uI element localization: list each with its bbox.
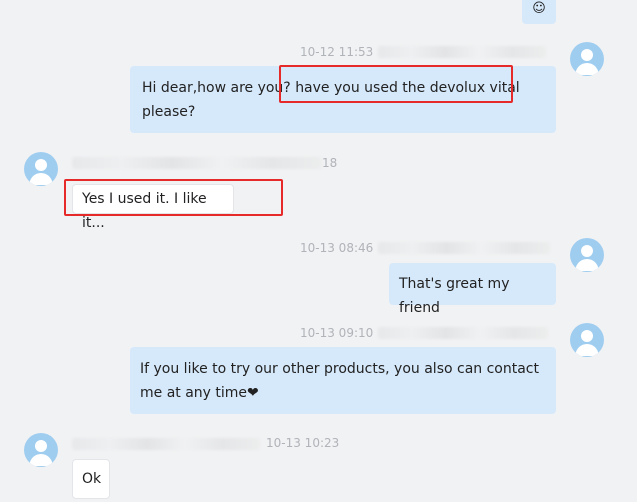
message-timestamp: 18 (322, 156, 338, 170)
contact-avatar[interactable] (24, 433, 58, 467)
message-timestamp: 10-13 09:10 (300, 326, 374, 340)
message-bubble-emoji: ☺ (522, 0, 556, 24)
message-text-line: me at any time❤ (140, 381, 546, 405)
message-text: me at any time (140, 385, 248, 401)
message-bubble-incoming: Ok (72, 459, 110, 499)
message-timestamp: 10-12 11:53 (300, 45, 374, 59)
sender-name-blurred (378, 46, 546, 58)
message-text: Hi dear,how are you? (142, 80, 296, 96)
message-text-highlighted: have you used the devolux vital (295, 80, 520, 96)
user-avatar[interactable] (570, 323, 604, 357)
emoji-text: ☺ (532, 1, 546, 16)
message-text-line: If you like to try our other products, y… (140, 361, 539, 377)
message-timestamp: 10-13 08:46 (300, 241, 374, 255)
user-avatar[interactable] (570, 42, 604, 76)
sender-name-blurred (72, 157, 322, 169)
sender-name-blurred (378, 242, 550, 254)
heart-icon: ❤ (247, 385, 259, 401)
user-avatar[interactable] (570, 238, 604, 272)
message-text: Yes I used it. I like it... (82, 191, 207, 231)
contact-avatar[interactable] (24, 152, 58, 186)
message-bubble-incoming: Yes I used it. I like it... (72, 184, 234, 231)
message-text-line: Hi dear,how are you? have you used the d… (142, 76, 544, 100)
message-bubble-outgoing: Hi dear,how are you? have you used the d… (130, 66, 556, 133)
message-text-line: please? (142, 104, 196, 120)
message-bubble-outgoing: If you like to try our other products, y… (130, 347, 556, 414)
sender-name-blurred (72, 438, 260, 450)
message-text: That's great my friend (399, 276, 510, 316)
sender-name-blurred (378, 327, 548, 339)
message-timestamp: 10-13 10:23 (266, 436, 340, 450)
message-bubble-outgoing: That's great my friend (389, 263, 556, 316)
message-text: Ok (82, 471, 102, 487)
